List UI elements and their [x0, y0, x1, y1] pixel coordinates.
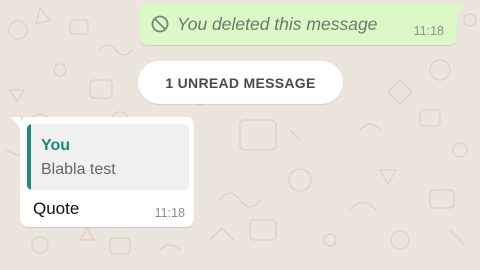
unread-divider: 1 UNREAD MESSAGE — [138, 61, 343, 104]
quote-text: Blabla test — [41, 161, 116, 178]
message-timestamp: 11:18 — [154, 206, 185, 220]
deleted-message-text: You deleted this message — [177, 14, 378, 34]
bubble-tail — [456, 4, 466, 16]
deleted-message-bubble[interactable]: You deleted this message 11:18 — [139, 4, 466, 45]
quote-accent-bar — [27, 124, 31, 190]
quote-author: You — [41, 137, 71, 154]
message-text: Quote — [33, 199, 80, 218]
unread-divider-label: 1 UNREAD MESSAGE — [165, 74, 316, 91]
message-timestamp: 11:18 — [413, 24, 444, 38]
blocked-icon — [151, 15, 169, 33]
bubble-tail — [11, 117, 21, 129]
quoted-message[interactable]: You Blabla test — [27, 124, 189, 190]
incoming-message-bubble[interactable]: You Blabla test Quote 11:18 — [11, 117, 194, 227]
